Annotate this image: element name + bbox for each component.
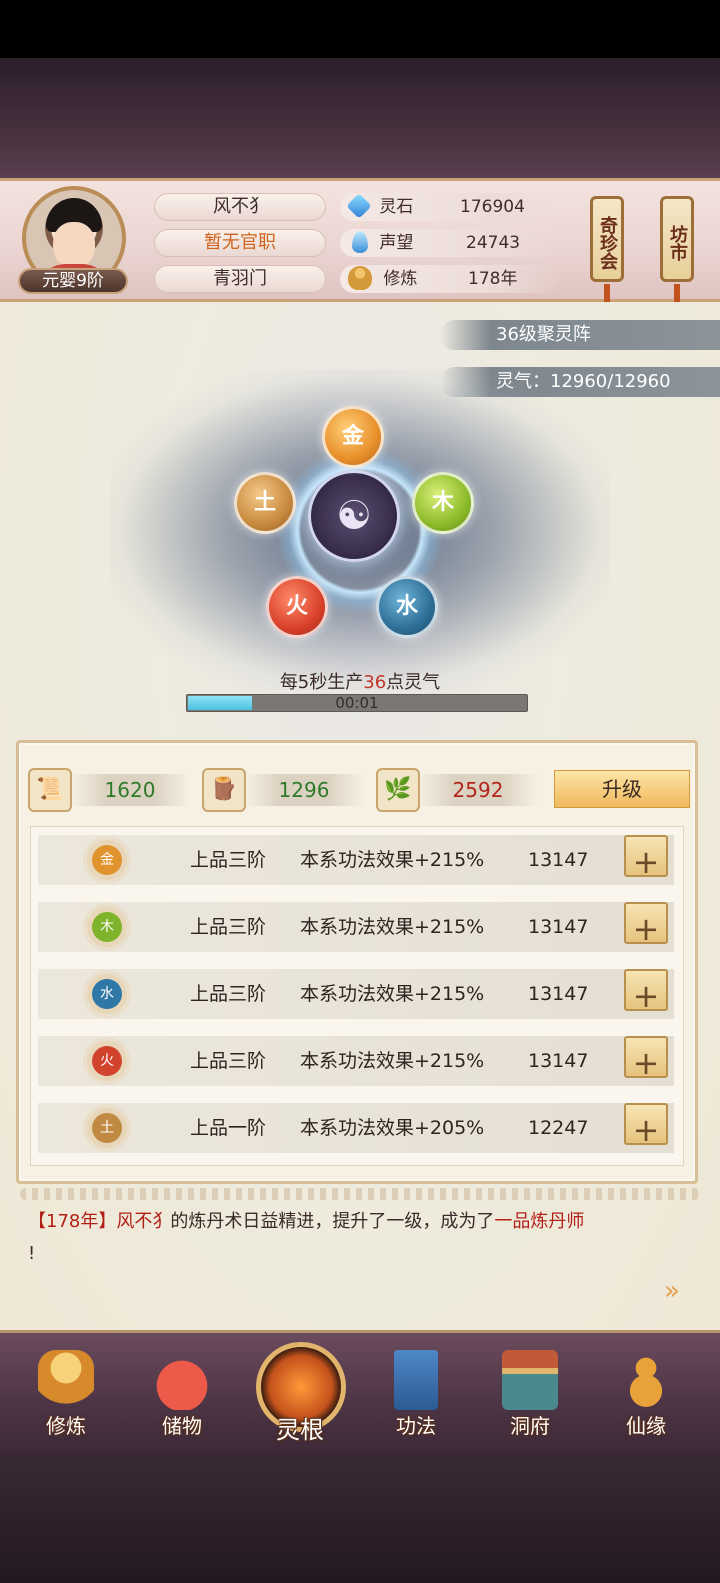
plus-button[interactable]: + (624, 835, 668, 881)
cave-house-icon (502, 1350, 558, 1410)
xiulian-row: 修炼 178年 (340, 265, 560, 293)
sect-name: 青羽门 (154, 265, 326, 293)
event-log: 【178年】风不犭的炼丹术日益精进，提升了一级，成为了一品炼丹师 ! (28, 1206, 696, 1270)
mu-badge-icon: 木 (92, 912, 122, 942)
root-effect: 本系功法效果+215% (300, 916, 485, 938)
nav-xiulian[interactable]: 修炼 (16, 1336, 116, 1446)
storage-bag-icon (154, 1350, 210, 1410)
production-text: 每5秒生产36点灵气 (0, 668, 720, 694)
official-rank: 暂无官职 (154, 229, 326, 257)
root-grade: 上品三阶 (190, 983, 267, 1005)
root-value: 12247 (528, 1117, 589, 1139)
root-value: 13147 (528, 916, 589, 938)
lingshi-row: 灵石 176904 (340, 192, 560, 221)
material-wood-icon: 🪵 (202, 768, 246, 812)
avatar-face (53, 222, 95, 268)
plus-button[interactable]: + (624, 902, 668, 948)
yin-yang-icon[interactable]: ☯ (308, 470, 400, 562)
cultivation-icon (38, 1350, 94, 1410)
jin-badge-icon: 金 (92, 845, 122, 875)
root-row-tu: 土 上品一阶 本系功法效果+205% 12247 + (38, 1103, 674, 1153)
nav-linggen[interactable]: 灵根 (250, 1336, 350, 1446)
produce-amount: 36 (363, 672, 387, 693)
root-grade: 上品三阶 (190, 916, 267, 938)
root-grade: 上品三阶 (190, 1050, 267, 1072)
root-row-mu: 木 上品三阶 本系功法效果+215% 13147 + (38, 902, 674, 952)
root-row-jin: 金 上品三阶 本系功法效果+215% 13147 + (38, 835, 674, 885)
nav-label: 功法 (396, 1414, 436, 1438)
nav-gongfa[interactable]: 功法 (366, 1336, 466, 1446)
root-row-shui: 水 上品三阶 本系功法效果+215% 13147 + (38, 969, 674, 1019)
plus-button[interactable]: + (624, 1036, 668, 1082)
plus-button[interactable]: + (624, 969, 668, 1015)
root-effect: 本系功法效果+215% (300, 1050, 485, 1072)
gourd-icon (618, 1350, 674, 1410)
qizhenhui-button[interactable]: 奇珍会 (590, 196, 624, 282)
divider (20, 1188, 700, 1200)
shengwang-label: 声望 (379, 233, 414, 253)
orb-jin[interactable]: 金 (322, 406, 384, 468)
orb-mu[interactable]: 木 (412, 472, 474, 534)
status-bar-area (0, 0, 720, 58)
produce-suffix: 点灵气 (386, 672, 441, 693)
log-text: 的炼丹术日益精进，提升了一级，成为了 (170, 1211, 495, 1232)
top-decor-band (0, 58, 720, 180)
bottom-decor (0, 1450, 720, 1583)
cost-1-value: 1620 (70, 774, 190, 806)
log-expand-arrow-icon[interactable]: » (664, 1276, 694, 1306)
nav-chuwu[interactable]: 储物 (132, 1336, 232, 1446)
upgrade-button[interactable]: 升级 (554, 770, 690, 808)
nav-label: 储物 (162, 1414, 202, 1438)
player-name: 风不犭 (154, 193, 326, 221)
xiulian-value: 178年 (468, 269, 518, 289)
reputation-crystal-icon (352, 230, 368, 253)
material-book-icon: 📜 (28, 768, 72, 812)
fangshi-button[interactable]: 坊市 (660, 196, 694, 282)
root-row-huo: 火 上品三阶 本系功法效果+215% 13147 + (38, 1036, 674, 1086)
plus-button[interactable]: + (624, 1103, 668, 1149)
lingshi-label: 灵石 (379, 197, 414, 217)
nav-label: 洞府 (510, 1414, 550, 1438)
nav-label: 修炼 (46, 1414, 86, 1438)
cost-2-value: 1296 (244, 774, 364, 806)
shengwang-value: 24743 (466, 233, 521, 253)
shui-badge-icon: 水 (92, 979, 122, 1009)
produce-prefix: 每5秒生产 (279, 672, 364, 693)
root-effect: 本系功法效果+205% (300, 1117, 485, 1139)
timer-text: 00:01 (335, 694, 379, 712)
shengwang-row: 声望 24743 (340, 229, 560, 257)
huo-badge-icon: 火 (92, 1046, 122, 1076)
nav-xianyuan[interactable]: 仙缘 (596, 1336, 696, 1446)
root-grade: 上品一阶 (190, 1117, 267, 1139)
log-end: ! (28, 1243, 36, 1264)
lingshi-value: 176904 (460, 197, 525, 217)
log-name: 风不犭 (116, 1211, 171, 1232)
root-value: 13147 (528, 849, 589, 871)
nav-label: 灵根 (276, 1416, 324, 1444)
root-value: 13147 (528, 983, 589, 1005)
orb-tu[interactable]: 土 (234, 472, 296, 534)
array-level-banner: 36级聚灵阵 (440, 320, 720, 350)
spirit-stone-icon (346, 192, 372, 219)
material-herb-icon: 🌿 (376, 768, 420, 812)
root-effect: 本系功法效果+215% (300, 983, 485, 1005)
nav-dongfu[interactable]: 洞府 (480, 1336, 580, 1446)
root-effect: 本系功法效果+215% (300, 849, 485, 871)
orb-huo[interactable]: 火 (266, 576, 328, 638)
meditation-icon (348, 265, 372, 290)
xiulian-label: 修炼 (383, 269, 418, 289)
realm-badge: 元婴9阶 (18, 268, 128, 294)
root-grade: 上品三阶 (190, 849, 267, 871)
scripture-book-icon (394, 1350, 438, 1410)
orb-shui[interactable]: 水 (376, 576, 438, 638)
log-year: 【178年】 (28, 1211, 117, 1232)
root-value: 13147 (528, 1050, 589, 1072)
tu-badge-icon: 土 (92, 1113, 122, 1143)
cost-3-value: 2592 (418, 774, 538, 806)
nav-label: 仙缘 (626, 1414, 666, 1438)
log-title: 一品炼丹师 (494, 1211, 585, 1232)
